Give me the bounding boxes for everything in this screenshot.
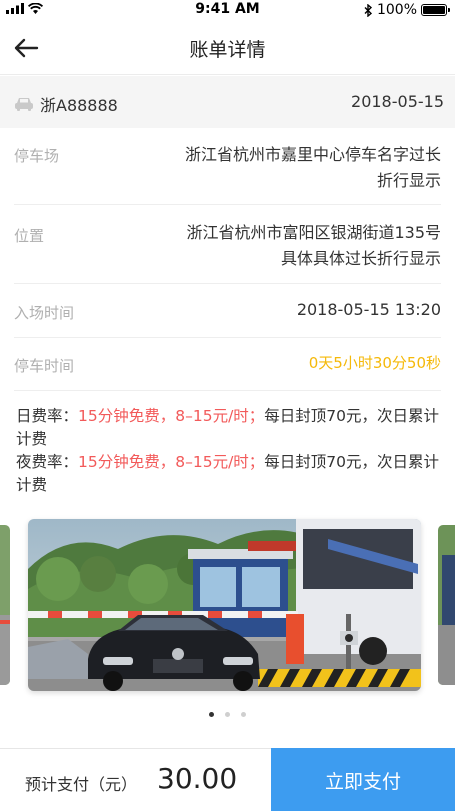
parking-gate-photo — [28, 519, 421, 691]
duration-value: 0天5小时30分50秒 — [308, 354, 441, 372]
total-amount: 30.00 — [157, 762, 238, 795]
carousel-dot-3[interactable] — [241, 712, 246, 717]
battery-percent: 100% — [376, 2, 417, 18]
entry-time-label: 入场时间 — [14, 304, 75, 322]
page-title: 账单详情 — [189, 39, 266, 61]
carousel-dot-2[interactable] — [225, 712, 230, 717]
location-label: 位置 — [14, 227, 45, 245]
battery-group: 100% — [364, 2, 450, 18]
duration-row: 停车时间 0天5小时30分50秒 — [14, 338, 441, 391]
car-icon — [15, 98, 33, 111]
carousel-pagination — [0, 712, 455, 717]
plate-number: 浙A88888 — [40, 96, 118, 115]
battery-icon — [421, 4, 450, 16]
day-rate: 日费率：15分钟免费，8–15元/时；每日封顶70元，次日累计计费 — [16, 407, 440, 448]
carousel-next-slide[interactable] — [438, 525, 455, 685]
entry-time-row: 入场时间 2018-05-15 13:20 — [14, 284, 441, 338]
night-rate: 夜费率：15分钟免费，8–15元/时；每日封顶70元，次日累计计费 — [16, 453, 440, 494]
payment-footer: 预计支付（元） 30.00 立即支付 — [0, 748, 455, 811]
total-label: 预计支付（元） — [25, 775, 138, 794]
photo-carousel[interactable] — [0, 519, 455, 694]
entry-time-value: 2018-05-15 13:20 — [296, 300, 441, 319]
navigation-bar: 账单详情 — [0, 20, 455, 75]
bill-date: 2018-05-15 — [351, 92, 444, 111]
duration-label: 停车时间 — [14, 357, 75, 375]
pay-now-button[interactable]: 立即支付 — [271, 748, 455, 811]
status-bar: 9:41 AM 100% — [0, 0, 455, 20]
location-row: 位置 浙江省杭州市富阳区银湖街道135号 具体具体过长折行显示 — [14, 205, 441, 284]
parking-lot-row: 停车场 浙江省杭州市嘉里中心停车名字过长 折行显示 — [14, 128, 441, 205]
location-value: 浙江省杭州市富阳区银湖街道135号 具体具体过长折行显示 — [186, 223, 441, 268]
parking-lot-value: 浙江省杭州市嘉里中心停车名字过长 折行显示 — [184, 145, 441, 190]
bluetooth-icon — [364, 3, 373, 17]
plate-summary: 浙A88888 2018-05-15 — [0, 76, 455, 128]
parking-lot-label: 停车场 — [14, 147, 60, 165]
carousel-prev-slide[interactable] — [0, 525, 10, 685]
carousel-dot-1[interactable] — [209, 712, 214, 717]
rate-description: 日费率：15分钟免费，8–15元/时；每日封顶70元，次日累计计费 夜费率：15… — [16, 405, 441, 497]
